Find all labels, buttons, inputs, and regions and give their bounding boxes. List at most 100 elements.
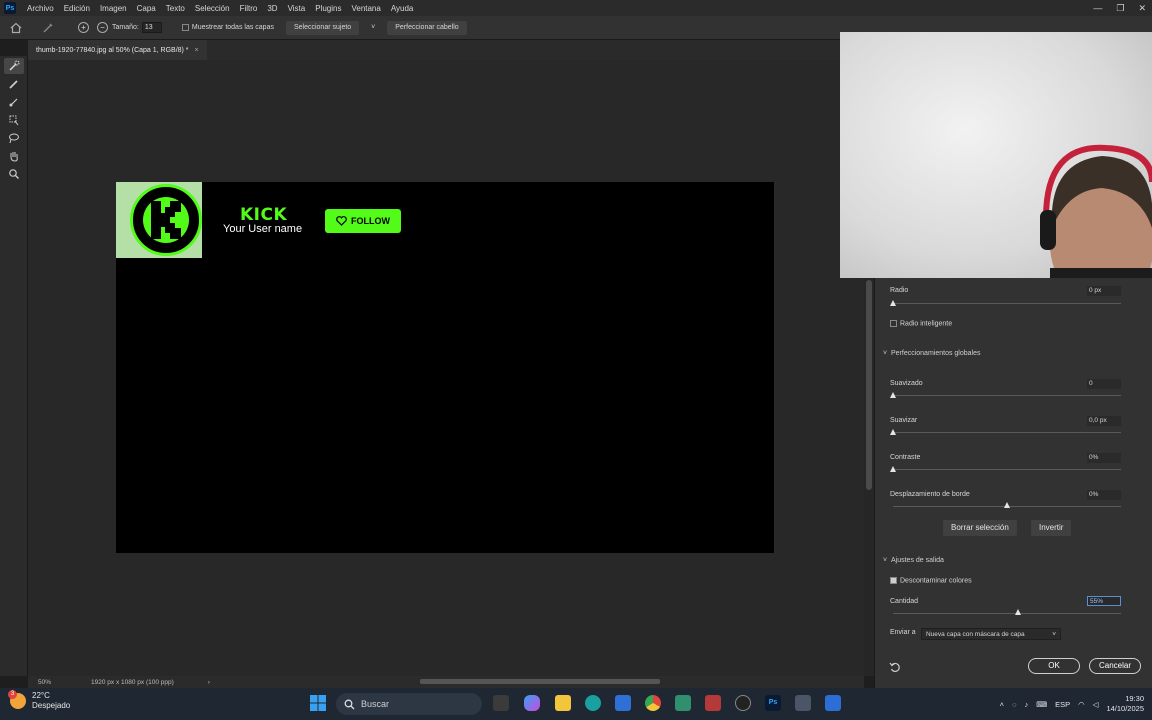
zoom-level[interactable]: 50% [38,679,51,686]
smooth-slider-track[interactable] [893,395,1121,396]
menu-filtro[interactable]: Filtro [235,4,263,13]
menu-imagen[interactable]: Imagen [95,4,132,13]
subtract-from-selection-icon[interactable]: − [97,22,108,33]
menu-edicion[interactable]: Edición [59,4,95,13]
menu-capa[interactable]: Capa [132,4,161,13]
document-tab[interactable]: thumb-1920-77840.jpg al 50% (Capa 1, RGB… [28,40,207,60]
contrast-input[interactable]: 0% [1087,453,1121,463]
ok-button[interactable]: OK [1028,658,1080,674]
radius-slider-thumb[interactable] [890,300,896,306]
hand-tool[interactable] [4,148,24,164]
radius-input[interactable]: 0 px [1087,286,1121,296]
menu-3d[interactable]: 3D [262,4,282,13]
contrast-slider-track[interactable] [893,469,1121,470]
menu-archivo[interactable]: Archivo [22,4,59,13]
reset-icon[interactable] [889,661,901,675]
brush-tool-2[interactable] [4,94,24,110]
cancel-button[interactable]: Cancelar [1089,658,1141,674]
add-to-selection-icon[interactable]: + [78,22,89,33]
sample-all-layers-checkbox[interactable]: Muestrear todas las capas [174,21,282,35]
horizontal-scrollbar-thumb[interactable] [420,679,660,684]
amount-slider-track[interactable] [893,613,1121,614]
brush-tool[interactable] [4,76,24,92]
smart-radius-label: Radio inteligente [900,320,953,328]
store-icon[interactable] [615,695,631,711]
output-to-select[interactable]: Nueva capa con máscara de capa ˅ [921,628,1061,640]
select-subject-button[interactable]: Seleccionar sujeto [285,20,360,35]
home-button[interactable] [2,21,30,35]
decontaminate-colors-checkbox[interactable]: Descontaminar colores [890,577,972,584]
windows-logo-icon [310,695,326,711]
calculator-icon[interactable] [795,695,811,711]
photoshop-taskbar-icon[interactable]: Ps [765,695,781,711]
menu-seleccion[interactable]: Selección [190,4,235,13]
wifi-icon[interactable]: ◠ [1078,700,1085,709]
close-window-button[interactable]: ✕ [1138,3,1146,14]
chevron-up-icon[interactable]: ˄ [1000,700,1004,709]
edge-browser-icon[interactable] [585,695,601,711]
feather-input[interactable]: 0,0 px [1087,416,1121,426]
menu-plugins[interactable]: Plugins [310,4,346,13]
menu-ventana[interactable]: Ventana [346,4,385,13]
editor-app-icon[interactable] [825,695,841,711]
feather-slider-thumb[interactable] [890,429,896,435]
select-subject-dropdown[interactable]: ˅ [363,21,383,35]
feather-slider-track[interactable] [893,432,1121,433]
menu-vista[interactable]: Vista [283,4,311,13]
document-canvas[interactable] [116,182,774,553]
object-selection-tool[interactable] [4,112,24,128]
obs-icon[interactable] [735,695,751,711]
decontaminate-colors-label: Descontaminar colores [900,577,972,585]
status-menu-arrow-icon[interactable]: › [208,679,210,686]
follow-badge: FOLLOW [325,209,401,233]
taskbar-search[interactable]: Buscar [336,693,482,715]
task-view-icon[interactable] [493,695,509,711]
lasso-icon [9,133,19,144]
quick-selection-tool[interactable] [4,58,24,74]
zoom-tool[interactable] [4,166,24,182]
smooth-slider-thumb[interactable] [890,392,896,398]
invert-button[interactable]: Invertir [1031,520,1072,536]
document-info: 1920 px x 1080 px (100 ppp) [91,678,174,686]
smooth-input[interactable]: 0 [1087,379,1121,389]
smooth-label: Suavizado [890,380,923,387]
spreadsheet-app-icon[interactable] [675,695,691,711]
refine-brush-icon [9,80,18,89]
copilot-icon[interactable] [524,695,540,711]
brush-icon [43,23,53,32]
clock[interactable]: 19:30 14/10/2025 [1106,694,1144,714]
vertical-scrollbar-thumb[interactable] [866,280,872,490]
amount-input[interactable]: 55% [1087,596,1121,606]
weather-widget[interactable]: 3 22°C Despejado [8,690,70,711]
output-settings-section[interactable]: ˅ Ajustes de salida [883,557,944,564]
media-app-icon[interactable] [705,695,721,711]
language-indicator[interactable]: ESP [1055,700,1070,709]
smart-radius-checkbox[interactable]: Radio inteligente [890,320,952,327]
tool-preset-button[interactable] [34,21,62,35]
microphone-icon[interactable]: ♪ [1025,700,1029,709]
lasso-tool[interactable] [4,130,24,146]
global-refinements-section[interactable]: ˅ Perfeccionamientos globales [883,350,980,357]
object-selection-icon [9,115,19,126]
file-explorer-icon[interactable] [555,695,571,711]
menu-texto[interactable]: Texto [161,4,190,13]
chrome-icon[interactable] [645,695,661,711]
close-tab-icon[interactable]: × [195,47,199,54]
chevron-down-icon: ˅ [1052,631,1056,638]
shift-edge-input[interactable]: 0% [1087,490,1121,500]
menu-ayuda[interactable]: Ayuda [386,4,419,13]
contrast-slider-thumb[interactable] [890,466,896,472]
clear-selection-button[interactable]: Borrar selección [943,520,1017,536]
refine-hair-button[interactable]: Perfeccionar cabello [387,20,467,35]
network-icon[interactable]: ◌ [1012,700,1016,709]
shift-edge-slider-thumb[interactable] [1004,502,1010,508]
windows-start-icon[interactable] [310,695,326,711]
minimize-button[interactable]: — [1093,3,1102,13]
webcam-overlay [840,32,1152,278]
restore-button[interactable]: ❐ [1116,3,1124,14]
amount-slider-thumb[interactable] [1015,609,1022,615]
keyboard-icon[interactable]: ⌨ [1036,700,1047,709]
size-input[interactable]: 13 [141,22,162,33]
volume-icon[interactable]: ◁ [1093,700,1099,709]
radius-slider-track[interactable] [893,303,1121,304]
